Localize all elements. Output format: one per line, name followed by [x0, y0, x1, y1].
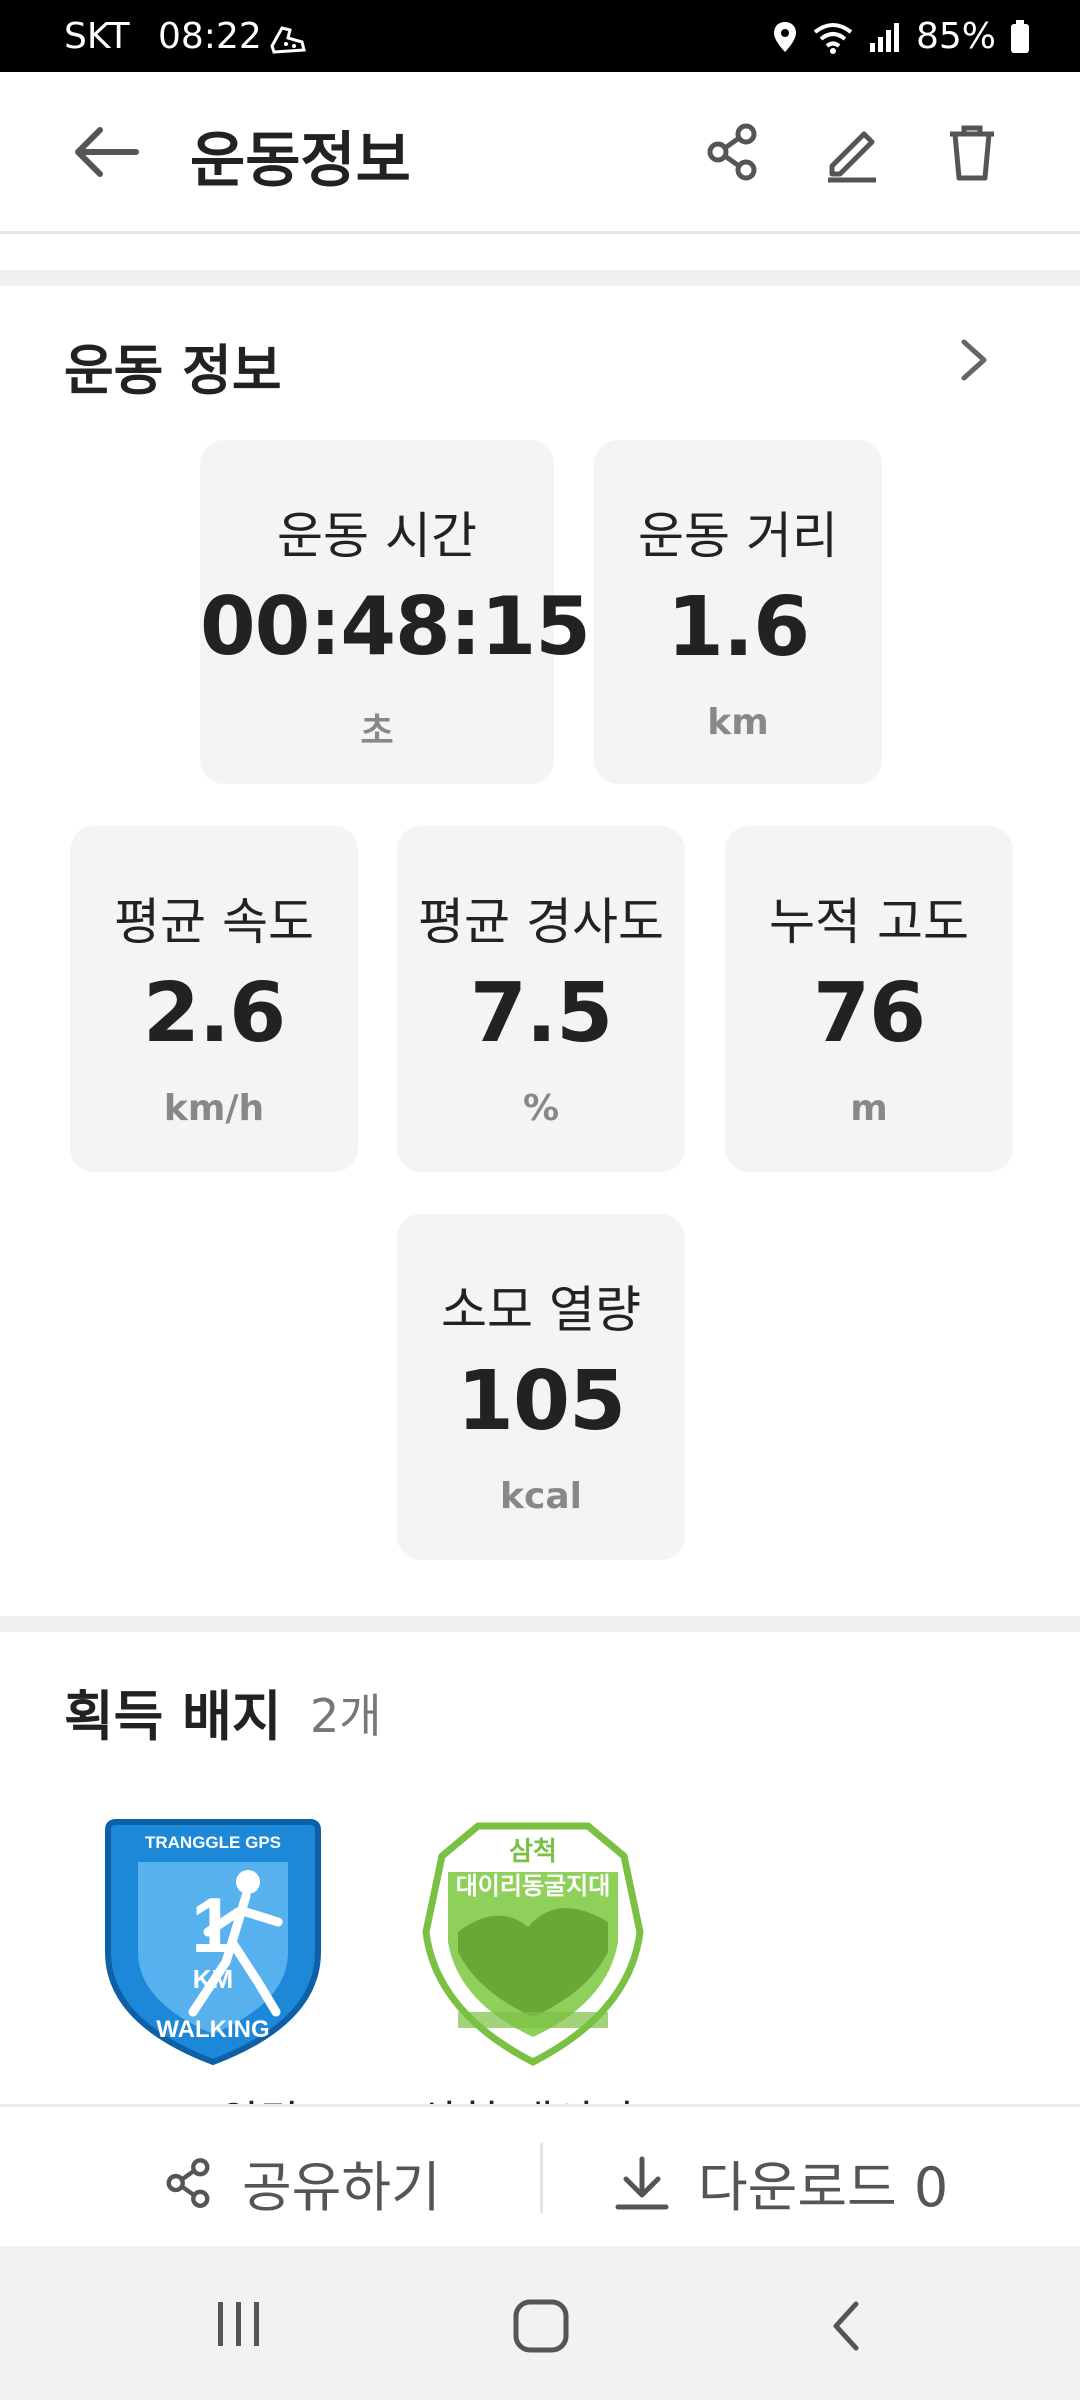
section-divider	[0, 1616, 1080, 1632]
badge-sub-text: 대이리동굴지대	[456, 1872, 611, 1900]
stat-unit: 초	[360, 711, 394, 752]
wifi-icon	[813, 22, 853, 54]
stat-label: 운동 거리	[638, 507, 838, 565]
stat-unit: kcal	[500, 1476, 582, 1517]
home-icon[interactable]	[512, 2298, 570, 2354]
stat-value: 1.6	[666, 580, 810, 675]
battery-percent: 85%	[915, 16, 996, 57]
share-label: 공유하기	[242, 2156, 441, 2219]
badge-top-text: 삼척	[509, 1837, 557, 1867]
share-icon[interactable]	[700, 120, 764, 184]
download-label: 다운로드 0	[698, 2156, 949, 2219]
stat-value: 105	[456, 1354, 626, 1449]
badges-title: 획득 배지	[64, 1685, 282, 1748]
stat-card-distance: 운동 거리 1.6 km	[594, 440, 882, 784]
recent-apps-icon[interactable]	[212, 2298, 266, 2350]
share-icon	[166, 2157, 210, 2208]
badge-top-text: TRANGGLE GPS	[145, 1833, 281, 1852]
shoe-icon	[270, 26, 306, 54]
section-title: 운동 정보	[64, 339, 282, 402]
chevron-right-icon[interactable]	[954, 336, 994, 384]
system-nav-bar	[0, 2246, 1080, 2400]
stat-card-elevation: 누적 고도 76 m	[725, 826, 1013, 1172]
divider	[540, 2143, 543, 2213]
stat-value: 00:48:15	[200, 580, 591, 673]
back-nav-icon[interactable]	[826, 2298, 866, 2354]
stat-unit: km/h	[163, 1088, 265, 1129]
signal-icon	[869, 22, 899, 52]
stat-label: 누적 고도	[769, 893, 969, 951]
stat-label: 소모 열량	[441, 1281, 641, 1339]
stat-value: 2.6	[142, 966, 286, 1061]
download-icon	[615, 2156, 669, 2209]
back-arrow-icon[interactable]	[70, 122, 140, 182]
section-divider	[0, 270, 1080, 286]
stat-unit: %	[522, 1088, 560, 1129]
download-button[interactable]: 다운로드 0	[612, 2143, 948, 2222]
stat-label: 평균 경사도	[418, 893, 664, 951]
stat-card-avg-slope: 평균 경사도 7.5 %	[397, 826, 685, 1172]
location-icon	[773, 21, 796, 52]
walking-badge-icon[interactable]: TRANGGLE GPS 1 KM WALKING	[98, 1812, 328, 2072]
clock: 08:22	[158, 16, 262, 57]
status-bar: SKT 08:22 85%	[0, 0, 1080, 72]
stat-value: 7.5	[469, 966, 613, 1061]
stat-label: 운동 시간	[277, 507, 477, 565]
badge-bottom-text: WALKING	[156, 2016, 269, 2043]
delete-icon[interactable]	[940, 120, 1004, 184]
bottom-action-bar: 공유하기 다운로드 0	[0, 2104, 1080, 2246]
stat-value: 76	[812, 966, 926, 1061]
stat-card-duration: 운동 시간 00:48:15 초	[200, 440, 591, 784]
stat-unit: m	[850, 1088, 888, 1129]
share-button[interactable]: 공유하기	[160, 2143, 441, 2222]
stat-unit: km	[707, 702, 769, 743]
app-bar: 운동정보	[0, 72, 1080, 234]
stat-card-calories: 소모 열량 105 kcal	[397, 1214, 685, 1560]
page-title: 운동정보	[190, 126, 411, 196]
cave-badge-icon[interactable]: 삼척 대이리동굴지대	[418, 1812, 648, 2072]
badges-count: 2개	[310, 1689, 382, 1743]
battery-icon	[1011, 19, 1029, 53]
stat-card-avg-speed: 평균 속도 2.6 km/h	[70, 826, 358, 1172]
edit-icon[interactable]	[820, 120, 884, 184]
stat-label: 평균 속도	[114, 893, 314, 951]
carrier-label: SKT	[64, 16, 130, 57]
